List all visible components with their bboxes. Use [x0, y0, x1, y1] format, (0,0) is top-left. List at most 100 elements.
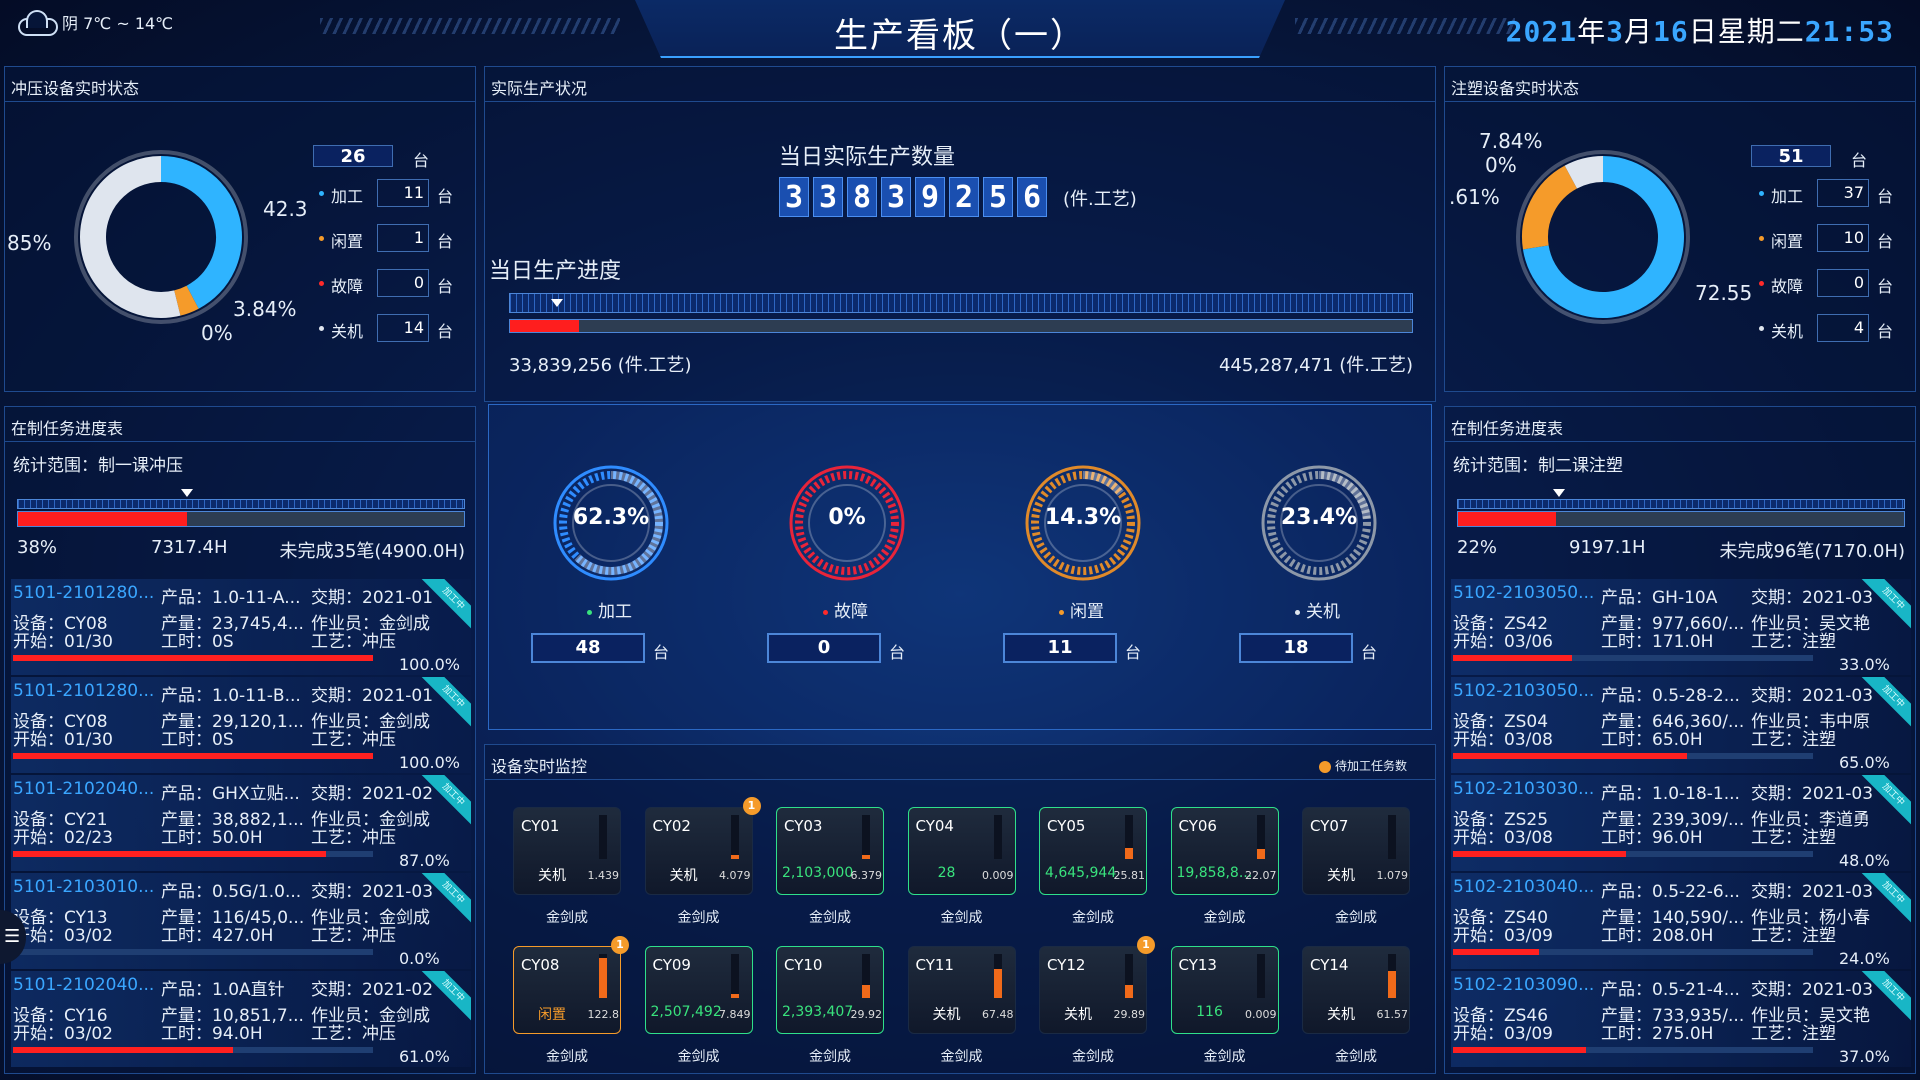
device-code: CY04 — [915, 817, 954, 835]
unit-label: 台 — [437, 277, 454, 296]
task-row[interactable]: 5101-2101280... 产品：1.0-11-A... 交期：2021-01 设… — [11, 579, 471, 675]
device-load-meter — [993, 954, 1002, 998]
device-state: 关机 — [932, 1007, 961, 1023]
badge-dot-icon — [1318, 760, 1331, 773]
task-row[interactable]: 5102-2103090... 产品：0.5-21-4... 交期：2021-03 设… — [1451, 971, 1911, 1067]
task-product: 产品：1.0-11-B... — [161, 686, 301, 706]
device-operator: 金剑成 — [1203, 910, 1246, 926]
task-product: 产品：0.5-22-6... — [1601, 882, 1740, 902]
pending-task-badge: 1 — [611, 936, 629, 954]
device-rate: 29.89 — [1113, 1008, 1146, 1021]
qty-digit: 6 — [1017, 177, 1047, 217]
legend-label: 关机 — [1771, 322, 1804, 341]
task-row[interactable]: 5101-2102040... 产品：GHX立贴... 交期：2021-02 设备：C… — [11, 775, 471, 871]
task-due: 交期：2021-03 — [1751, 784, 1874, 804]
device-card-cy02[interactable]: CY02 关机 4.079 金剑成 1 — [644, 797, 761, 931]
device-card-cy14[interactable]: CY14 关机 61.57 金剑成 — [1302, 946, 1410, 1070]
task-process: 工艺：注塑 — [1751, 632, 1836, 652]
device-load-meter — [1388, 815, 1396, 859]
device-card-cy03[interactable]: CY03 2,103,000 6.379 金剑成 — [776, 807, 884, 931]
qty-digit: 2 — [949, 177, 979, 217]
legend-value: 11 — [377, 179, 429, 207]
pct-label: .61% — [1449, 185, 1500, 209]
device-load-fill — [730, 994, 739, 998]
task-process: 工艺：冲压 — [311, 730, 396, 750]
gauge-count: 0 — [767, 633, 881, 663]
device-load-meter — [730, 954, 739, 998]
device-load-meter — [1125, 815, 1133, 859]
device-code: CY10 — [784, 956, 823, 974]
task-progress-track — [1453, 655, 1813, 661]
task-row[interactable]: 5102-2103030... 产品：1.0-18-1... 交期：2021-03 设… — [1451, 775, 1911, 871]
legend-row-0: 加工 11 台 — [319, 179, 469, 207]
device-card-cy01[interactable]: CY01 关机 1.439 金剑成 — [513, 807, 621, 931]
device-card-cy06[interactable]: CY06 19,858,8... 22.07 金剑成 — [1170, 807, 1279, 931]
unit-label: 台 — [1877, 277, 1894, 296]
unit-label: 台 — [413, 151, 430, 170]
unit-label: 台 — [1877, 232, 1894, 251]
task-process: 工艺：冲压 — [311, 632, 396, 652]
device-card-cy08[interactable]: CY08 闲置 122.8 金剑成 1 — [513, 936, 629, 1070]
task-process: 工艺：注塑 — [1751, 828, 1836, 848]
device-ratio-panel: 62.3% 加工 48 台 0% 故障 0 台 14.3% 闲置 11 台 23.4% 关机 18 台 — [488, 404, 1432, 730]
device-load-fill — [993, 968, 1002, 998]
device-operator: 金剑成 — [940, 1049, 983, 1065]
task-row[interactable]: 5102-2103050... 产品：0.5-28-2... 交期：2021-03 设… — [1451, 677, 1911, 773]
device-card-cy13[interactable]: CY13 116 0.009 金剑成 — [1170, 946, 1279, 1070]
gauge-percent: 62.3% — [572, 505, 650, 530]
device-rate: 25.81 — [1113, 869, 1146, 882]
task-row[interactable]: 5101-2103010... 产品：0.5G/1.0... 交期：2021-03 设… — [11, 873, 471, 969]
legend-row-3: 关机 4 台 — [1759, 314, 1909, 342]
device-card-cy09[interactable]: CY09 2,507,492 7.849 金剑成 — [644, 946, 753, 1070]
progress-scale — [17, 499, 465, 509]
date-year: 2021 — [1505, 15, 1578, 48]
daily-qty-digits: 33839256 — [779, 177, 1047, 217]
task-row[interactable]: 5102-2103040... 产品：0.5-22-6... 交期：2021-03 设… — [1451, 873, 1911, 969]
status-dot-icon — [319, 281, 324, 286]
task-progress-bar — [1457, 511, 1905, 527]
cloud-icon — [14, 8, 58, 36]
task-progress-fill — [1453, 753, 1687, 759]
task-percent: 100.0% — [399, 655, 461, 674]
device-card-cy12[interactable]: CY12 关机 29.89 金剑成 1 — [1039, 936, 1155, 1070]
device-card-cy10[interactable]: CY10 2,393,407 29.92 金剑成 — [776, 946, 884, 1070]
task-id: 5102-2103050... — [1453, 583, 1595, 603]
device-card-cy11[interactable]: CY11 关机 67.48 金剑成 — [907, 946, 1016, 1070]
pct-label: 85% — [7, 231, 52, 255]
divider — [5, 441, 475, 442]
task-id: 5102-2103040... — [1453, 877, 1595, 897]
device-card-cy05[interactable]: CY05 4,645,944 25.81 金剑成 — [1039, 807, 1147, 931]
device-operator: 金剑成 — [677, 1049, 720, 1065]
progress-marker — [1553, 489, 1565, 497]
task-row[interactable]: 5102-2103050... 产品：GH-10A 交期：2021-03 设备：ZS4… — [1451, 579, 1911, 675]
device-load-fill — [862, 855, 870, 859]
task-id: 5101-2103010... — [13, 877, 155, 897]
unit-label: 台 — [653, 643, 670, 662]
gauge-label: 加工 — [587, 597, 632, 622]
stat-hours: 9197.1H — [1569, 537, 1646, 558]
gauge-label: 关机 — [1295, 597, 1340, 622]
task-hours: 工时：0S — [161, 632, 234, 652]
task-start: 开始：01/30 — [13, 632, 113, 652]
gauge-count: 18 — [1239, 633, 1353, 663]
legend-label: 加工 — [1771, 187, 1804, 206]
stat-range: 统计范围：制二课注塑 — [1453, 456, 1623, 476]
status-dot-icon — [1059, 609, 1064, 615]
task-row[interactable]: 5101-2102040... 产品：1.0A直针 交期：2021-02 设备：CY1… — [11, 971, 471, 1067]
task-hours: 工时：275.0H — [1601, 1024, 1714, 1044]
molding-donut — [1513, 147, 1693, 331]
device-state: 19,858,8... — [1176, 865, 1253, 881]
device-state: 关机 — [1327, 1007, 1355, 1023]
molding-task-panel: 在制任务进度表 统计范围：制二课注塑 22% 9197.1H 未完成96笔(71… — [1444, 406, 1916, 1074]
task-product: 产品：0.5-28-2... — [1601, 686, 1740, 706]
donut-chart — [1516, 150, 1690, 324]
device-card-cy04[interactable]: CY04 28 0.009 金剑成 — [907, 807, 1016, 931]
task-percent: 100.0% — [399, 753, 461, 772]
task-row[interactable]: 5101-2101280... 产品：1.0-11-B... 交期：2021-01 设… — [11, 677, 471, 773]
device-load-fill — [862, 984, 870, 998]
progress-marker — [551, 299, 563, 307]
device-card-cy07[interactable]: CY07 关机 1.079 金剑成 — [1302, 807, 1410, 931]
daily-progress-bar — [509, 319, 1413, 333]
task-start: 开始：03/09 — [1453, 1024, 1553, 1044]
device-rate: 122.8 — [587, 1008, 620, 1021]
